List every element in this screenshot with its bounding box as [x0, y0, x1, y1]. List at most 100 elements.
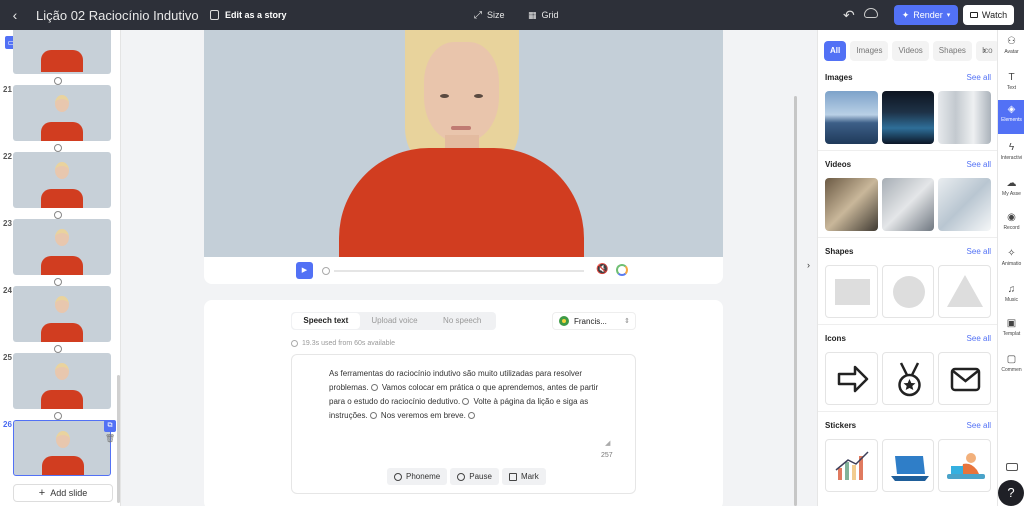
image-thumbnail[interactable] — [881, 91, 935, 144]
slide-thumbnail[interactable]: 24 — [0, 286, 120, 353]
seek-handle[interactable] — [322, 267, 330, 275]
collapse-panel-icon[interactable]: › — [807, 260, 810, 270]
edit-as-story-button[interactable]: Edit as a story — [210, 10, 287, 20]
rail-my-assets[interactable]: ☁ My Asse — [998, 174, 1024, 208]
add-slide-button[interactable]: + Add slide — [13, 484, 113, 502]
transition-icon[interactable] — [54, 77, 62, 85]
slide-thumbnail[interactable]: 21 — [0, 85, 120, 152]
video-thumbnail[interactable] — [881, 178, 935, 231]
tab-icons[interactable]: Ico — [975, 41, 997, 61]
chevron-right-icon[interactable]: › — [983, 45, 986, 55]
speech-text[interactable]: As ferramentas do raciocínio indutivo sã… — [329, 367, 599, 423]
rail-comments[interactable]: ▢ Commen — [998, 350, 1024, 384]
see-all-link[interactable]: See all — [967, 160, 991, 169]
transition-icon[interactable] — [54, 345, 62, 353]
mark-button[interactable]: Mark — [501, 468, 546, 485]
rail-record[interactable]: ◉ Record — [998, 208, 1024, 242]
see-all-link[interactable]: See all — [967, 421, 991, 430]
avatar-settings-icon[interactable] — [616, 264, 628, 276]
see-all-link[interactable]: See all — [967, 247, 991, 256]
slide-thumbnail[interactable]: 22 — [0, 152, 120, 219]
project-title[interactable]: Lição 02 Raciocínio Indutivo — [36, 8, 199, 23]
arrow-right-icon[interactable] — [825, 352, 878, 405]
music-icon: ♫ — [1007, 284, 1016, 295]
canvas-area: ▶ 🔇 Speech text Upload voice No speech F… — [121, 30, 817, 506]
phoneme-button[interactable]: Phoneme — [387, 468, 448, 485]
pause-button[interactable]: Pause — [450, 468, 499, 485]
section-title: Videos — [825, 160, 852, 169]
rail-music[interactable]: ♫ Music — [998, 280, 1024, 314]
help-button[interactable]: ? — [998, 480, 1024, 506]
play-button[interactable]: ▶ — [296, 262, 313, 279]
pause-marker-icon[interactable] — [370, 384, 378, 392]
tab-upload-voice[interactable]: Upload voice — [361, 312, 429, 330]
story-icon — [210, 10, 219, 20]
delete-slide-icon[interactable]: 🗑 — [104, 434, 116, 446]
clock-icon — [291, 340, 298, 347]
avatar-video-preview[interactable] — [204, 30, 723, 257]
laptop-sticker[interactable] — [881, 439, 935, 492]
slide-preview — [13, 85, 111, 141]
canvas-scrollbar[interactable] — [794, 96, 797, 506]
slide-number: 26 — [3, 420, 12, 429]
slides-scrollbar[interactable] — [117, 375, 120, 503]
rail-text[interactable]: T Text — [998, 68, 1024, 102]
duplicate-slide-icon[interactable]: ⧉ — [104, 420, 116, 432]
slide-thumbnail[interactable] — [0, 30, 120, 85]
grid-button[interactable]: ▦ Grid — [528, 0, 559, 30]
pause-marker-icon[interactable] — [462, 398, 470, 406]
watch-button[interactable]: Watch — [963, 5, 1014, 25]
see-all-link[interactable]: See all — [967, 334, 991, 343]
render-button[interactable]: ✦ Render ▾ — [894, 5, 958, 25]
voice-selector[interactable]: Francis... ⇕ — [552, 312, 636, 330]
section-title: Images — [825, 73, 853, 82]
rectangle-shape[interactable] — [825, 265, 878, 318]
grid-label: Grid — [541, 10, 559, 20]
chevron-down-icon: ▾ — [946, 12, 951, 19]
rail-animation[interactable]: ✧ Animatio — [998, 244, 1024, 278]
tab-all[interactable]: All — [824, 41, 847, 61]
undo-icon[interactable]: ↶ — [843, 7, 855, 24]
section-divider — [818, 237, 997, 238]
tab-images[interactable]: Images — [850, 41, 889, 61]
person-sticker[interactable] — [938, 439, 992, 492]
rail-interactivity[interactable]: ϟ Interactivi — [998, 138, 1024, 172]
keyboard-icon[interactable] — [1006, 463, 1018, 471]
envelope-icon[interactable] — [938, 352, 992, 405]
resize-grip-icon[interactable]: ◢ — [605, 439, 610, 447]
mute-icon[interactable]: 🔇 — [596, 264, 608, 275]
section-title: Shapes — [825, 247, 854, 256]
pause-icon — [457, 472, 466, 481]
slide-thumbnail-selected[interactable]: 26 ⧉ 🗑 — [0, 420, 120, 487]
slide-thumbnail[interactable]: 25 — [0, 353, 120, 420]
tab-no-speech[interactable]: No speech — [428, 312, 496, 330]
medal-icon[interactable] — [881, 352, 935, 405]
image-thumbnail[interactable] — [938, 91, 992, 144]
see-all-link[interactable]: See all — [967, 73, 991, 82]
back-button[interactable]: ‹ — [0, 7, 30, 23]
chart-sticker[interactable] — [825, 439, 878, 492]
seek-bar[interactable] — [334, 270, 584, 272]
video-thumbnail[interactable] — [825, 178, 878, 231]
pause-marker-icon[interactable] — [369, 412, 377, 420]
rail-templates[interactable]: ▣ Templat — [998, 314, 1024, 348]
transition-icon[interactable] — [54, 144, 62, 152]
slide-thumbnail[interactable]: 23 — [0, 219, 120, 286]
tab-shapes[interactable]: Shapes — [932, 41, 972, 61]
size-button[interactable]: ⤢ Size — [474, 0, 505, 30]
tab-speech-text[interactable]: Speech text — [292, 313, 360, 329]
image-thumbnail[interactable] — [825, 91, 878, 144]
transition-icon[interactable] — [54, 211, 62, 219]
tab-videos[interactable]: Videos — [892, 41, 929, 61]
pause-marker-icon[interactable] — [467, 412, 475, 420]
triangle-shape[interactable] — [938, 265, 992, 318]
rail-elements[interactable]: ◈ Elements — [998, 100, 1024, 134]
circle-shape[interactable] — [881, 265, 935, 318]
speech-text-area[interactable]: As ferramentas do raciocínio indutivo sã… — [291, 354, 636, 494]
transition-icon[interactable] — [54, 412, 62, 420]
rail-avatar[interactable]: ⚇ Avatar — [998, 32, 1024, 66]
video-thumbnail[interactable] — [938, 178, 992, 231]
section-title: Icons — [825, 334, 846, 343]
transition-icon[interactable] — [54, 278, 62, 286]
cloud-save-icon[interactable] — [864, 8, 878, 18]
